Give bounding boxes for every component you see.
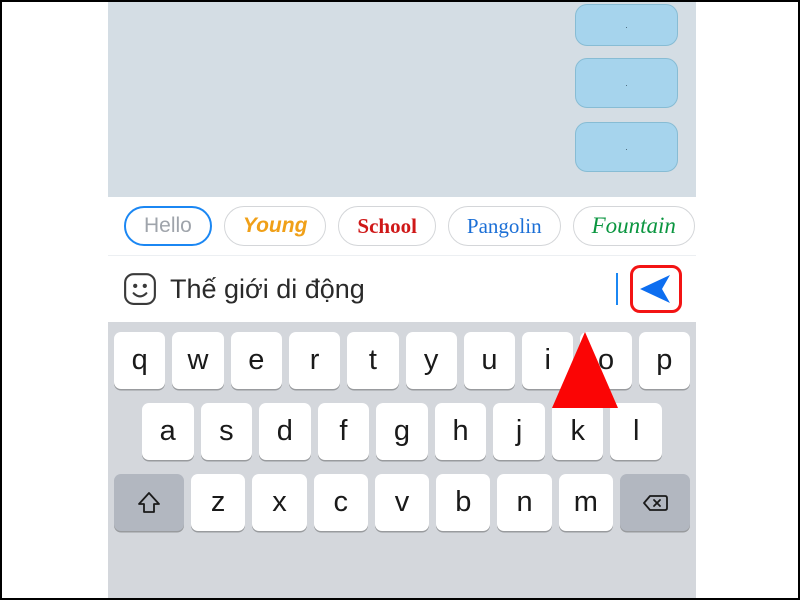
key-r[interactable]: r xyxy=(289,332,340,389)
text-input-value: Thế giới di động xyxy=(170,274,616,305)
chat-area: . . . xyxy=(108,2,696,197)
key-o[interactable]: o xyxy=(580,332,631,389)
chat-bubble: . xyxy=(575,4,678,46)
key-d[interactable]: d xyxy=(259,403,311,460)
emoji-button[interactable] xyxy=(122,271,158,307)
key-z[interactable]: z xyxy=(191,474,245,531)
font-style-bar: Hello Young School Pangolin Fountain xyxy=(108,197,696,255)
shift-icon xyxy=(136,490,162,516)
key-j[interactable]: j xyxy=(493,403,545,460)
font-chip-young[interactable]: Young xyxy=(224,206,327,246)
keyboard-row-2: a s d f g h j k l xyxy=(114,403,690,460)
font-chip-hello[interactable]: Hello xyxy=(124,206,212,246)
key-l[interactable]: l xyxy=(610,403,662,460)
message-input-bar: Thế giới di động xyxy=(108,255,696,322)
chat-bubble: . xyxy=(575,122,678,172)
send-icon xyxy=(638,271,674,307)
key-s[interactable]: s xyxy=(201,403,253,460)
key-g[interactable]: g xyxy=(376,403,428,460)
font-chip-school[interactable]: School xyxy=(338,206,436,246)
key-h[interactable]: h xyxy=(435,403,487,460)
key-u[interactable]: u xyxy=(464,332,515,389)
key-backspace[interactable] xyxy=(620,474,690,531)
key-c[interactable]: c xyxy=(314,474,368,531)
key-w[interactable]: w xyxy=(172,332,223,389)
send-button[interactable] xyxy=(630,265,682,313)
smiley-icon xyxy=(123,272,157,306)
key-i[interactable]: i xyxy=(522,332,573,389)
keyboard-row-1: q w e r t y u i o p xyxy=(114,332,690,389)
phone-screen: . . . Hello Young School Pangolin Founta… xyxy=(108,2,696,598)
key-e[interactable]: e xyxy=(231,332,282,389)
key-b[interactable]: b xyxy=(436,474,490,531)
text-input[interactable]: Thế giới di động xyxy=(170,273,618,305)
key-n[interactable]: n xyxy=(497,474,551,531)
key-t[interactable]: t xyxy=(347,332,398,389)
key-v[interactable]: v xyxy=(375,474,429,531)
onscreen-keyboard: q w e r t y u i o p a s d f g h j k l xyxy=(108,322,696,598)
key-f[interactable]: f xyxy=(318,403,370,460)
backspace-icon xyxy=(642,490,668,516)
key-a[interactable]: a xyxy=(142,403,194,460)
keyboard-row-3: z x c v b n m xyxy=(114,474,690,531)
key-p[interactable]: p xyxy=(639,332,690,389)
font-chip-pangolin[interactable]: Pangolin xyxy=(448,206,561,246)
font-chip-fountain[interactable]: Fountain xyxy=(573,206,695,246)
key-q[interactable]: q xyxy=(114,332,165,389)
key-x[interactable]: x xyxy=(252,474,306,531)
key-shift[interactable] xyxy=(114,474,184,531)
text-cursor xyxy=(616,273,618,305)
chat-bubble: . xyxy=(575,58,678,108)
key-y[interactable]: y xyxy=(406,332,457,389)
key-m[interactable]: m xyxy=(559,474,613,531)
key-k[interactable]: k xyxy=(552,403,604,460)
